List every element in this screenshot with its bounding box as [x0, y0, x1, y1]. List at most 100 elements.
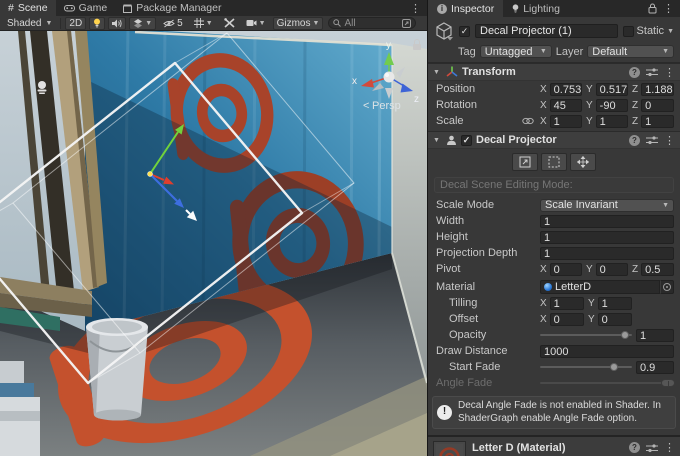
- position-z-field[interactable]: 1.188: [641, 83, 674, 96]
- gameobject-name-field[interactable]: Decal Projector (1): [475, 24, 618, 38]
- inspector-menu[interactable]: ⋮: [663, 2, 674, 15]
- pivot-x-field[interactable]: 0: [550, 263, 582, 276]
- gameobject-header: ✓ Decal Projector (1) Static ▼: [428, 17, 680, 43]
- decal-editing-mode-label: Decal Scene Editing Mode:: [434, 177, 674, 193]
- tag-dropdown[interactable]: Untagged ▼: [480, 45, 552, 58]
- rotation-x-field[interactable]: 45: [550, 99, 582, 112]
- rotation-z-field[interactable]: 0: [641, 99, 674, 112]
- 2d-toggle[interactable]: 2D: [65, 17, 86, 30]
- hidden-objects-toggle[interactable]: 5: [159, 17, 187, 30]
- angle-fade-minmax-slider: [540, 377, 674, 389]
- tilling-x-field[interactable]: 1: [550, 297, 584, 310]
- tab-inspector-label: Inspector: [451, 3, 494, 15]
- help-icon[interactable]: ?: [629, 67, 640, 78]
- static-checkbox[interactable]: [623, 26, 634, 37]
- opacity-field[interactable]: 1: [636, 329, 674, 342]
- pivot-move-button[interactable]: [570, 153, 596, 171]
- help-icon[interactable]: ?: [629, 442, 640, 453]
- effects-icon: [133, 19, 143, 28]
- position-y-field[interactable]: 0.517: [596, 83, 628, 96]
- start-fade-field[interactable]: 0.9: [636, 361, 674, 374]
- foldout-icon[interactable]: ▼: [433, 69, 442, 76]
- presets-icon[interactable]: [646, 135, 658, 145]
- tilling-label: Tilling: [436, 297, 536, 309]
- info-icon: i: [437, 4, 447, 14]
- help-icon[interactable]: ?: [629, 135, 640, 146]
- link-icon[interactable]: [522, 117, 534, 125]
- decal-projector-enabled-checkbox[interactable]: ✓: [461, 135, 472, 146]
- scale-y-field[interactable]: 1: [596, 115, 628, 128]
- draw-distance-field[interactable]: 1000: [540, 345, 674, 358]
- persp-arrow: <: [363, 100, 369, 112]
- gameobject-enabled-checkbox[interactable]: ✓: [459, 26, 470, 37]
- decal-projector-header[interactable]: ▼ ✓ Decal Projector ? ⋮: [428, 131, 680, 149]
- axis-y: Y: [586, 116, 593, 127]
- tab-game-label: Game: [79, 2, 108, 14]
- pivot-y-field[interactable]: 0: [596, 263, 628, 276]
- component-tools-button[interactable]: [220, 17, 239, 30]
- rotation-y-field[interactable]: -90: [596, 99, 628, 112]
- scene-tab-bar: # Scene Game Package Manager ⋮: [0, 0, 427, 16]
- tab-game[interactable]: Game: [56, 0, 116, 16]
- persp-label[interactable]: Persp: [372, 100, 401, 112]
- scale-mode-button[interactable]: [512, 153, 538, 171]
- start-fade-slider[interactable]: [540, 361, 632, 373]
- offset-y-field[interactable]: 0: [598, 313, 632, 326]
- scale-row: Scale X1 Y1 Z1: [428, 113, 680, 129]
- offset-x-field[interactable]: 0: [550, 313, 584, 326]
- gizmos-dropdown[interactable]: Gizmos ▼: [273, 17, 324, 30]
- gizmo-center[interactable]: [148, 172, 153, 177]
- pivot-z-field[interactable]: 0.5: [641, 263, 674, 276]
- material-object-field[interactable]: LetterD: [540, 280, 660, 294]
- transform-header[interactable]: ▼ Transform ? ⋮: [428, 63, 680, 81]
- effects-toggle[interactable]: ▼: [129, 17, 156, 30]
- tab-scene-label: Scene: [18, 2, 48, 14]
- start-fade-row: Start Fade 0.9: [428, 359, 680, 375]
- draw-mode-dropdown[interactable]: Shaded ▼: [3, 17, 56, 30]
- gameobject-cube-icon[interactable]: [434, 21, 454, 41]
- tilling-y-field[interactable]: 1: [598, 297, 632, 310]
- tab-scene[interactable]: # Scene: [0, 0, 56, 16]
- bulb-icon: [93, 18, 101, 29]
- scale-x-field[interactable]: 1: [550, 115, 582, 128]
- width-field[interactable]: 1: [540, 215, 674, 228]
- tag-layer-row: Tag Untagged ▼ Layer Default ▼: [428, 43, 680, 63]
- audio-toggle[interactable]: [108, 17, 126, 30]
- gizmo-center-sphere[interactable]: [384, 72, 395, 83]
- axis-x: X: [540, 298, 547, 309]
- axis-z: Z: [632, 100, 638, 111]
- lock-icon[interactable]: [648, 3, 657, 14]
- axis-z: Z: [632, 116, 638, 127]
- presets-icon[interactable]: [646, 67, 658, 77]
- height-field[interactable]: 1: [540, 231, 674, 244]
- presets-icon[interactable]: [646, 443, 658, 453]
- grid-visibility-toggle[interactable]: ▼: [190, 17, 217, 30]
- component-menu[interactable]: ⋮: [664, 134, 675, 147]
- tab-package-manager[interactable]: Package Manager: [115, 0, 229, 16]
- lighting-toggle[interactable]: [89, 17, 105, 30]
- scene-search-input[interactable]: All: [328, 17, 416, 29]
- foldout-icon[interactable]: ▼: [433, 137, 442, 144]
- tab-lighting[interactable]: Lighting: [503, 0, 569, 17]
- position-x-field[interactable]: 0.753: [550, 83, 582, 96]
- tab-inspector[interactable]: i Inspector: [428, 0, 503, 17]
- component-menu[interactable]: ⋮: [664, 66, 675, 79]
- pixel-select-icon[interactable]: [402, 19, 411, 28]
- static-dropdown-caret[interactable]: ▼: [667, 28, 674, 35]
- opacity-slider[interactable]: [540, 329, 632, 341]
- component-menu[interactable]: ⋮: [664, 441, 675, 454]
- scene-3d-viewport[interactable]: y x z < Persp: [0, 31, 427, 456]
- material-thumbnail[interactable]: [433, 441, 466, 456]
- layer-dropdown[interactable]: Default ▼: [587, 45, 674, 58]
- width-row: Width 1: [428, 213, 680, 229]
- projection-depth-field[interactable]: 1: [540, 247, 674, 260]
- opacity-label: Opacity: [436, 329, 536, 341]
- camera-settings-button[interactable]: ▼: [242, 17, 270, 30]
- scale-z-field[interactable]: 1: [641, 115, 674, 128]
- crop-mode-button[interactable]: [541, 153, 567, 171]
- scale-mode-dropdown[interactable]: Scale Invariant ▼: [540, 199, 674, 212]
- scene-tab-menu[interactable]: ⋮: [404, 0, 427, 16]
- object-picker-button[interactable]: [660, 280, 674, 294]
- gizmos-label: Gizmos: [277, 18, 311, 29]
- draw-mode-value: Shaded: [7, 18, 41, 29]
